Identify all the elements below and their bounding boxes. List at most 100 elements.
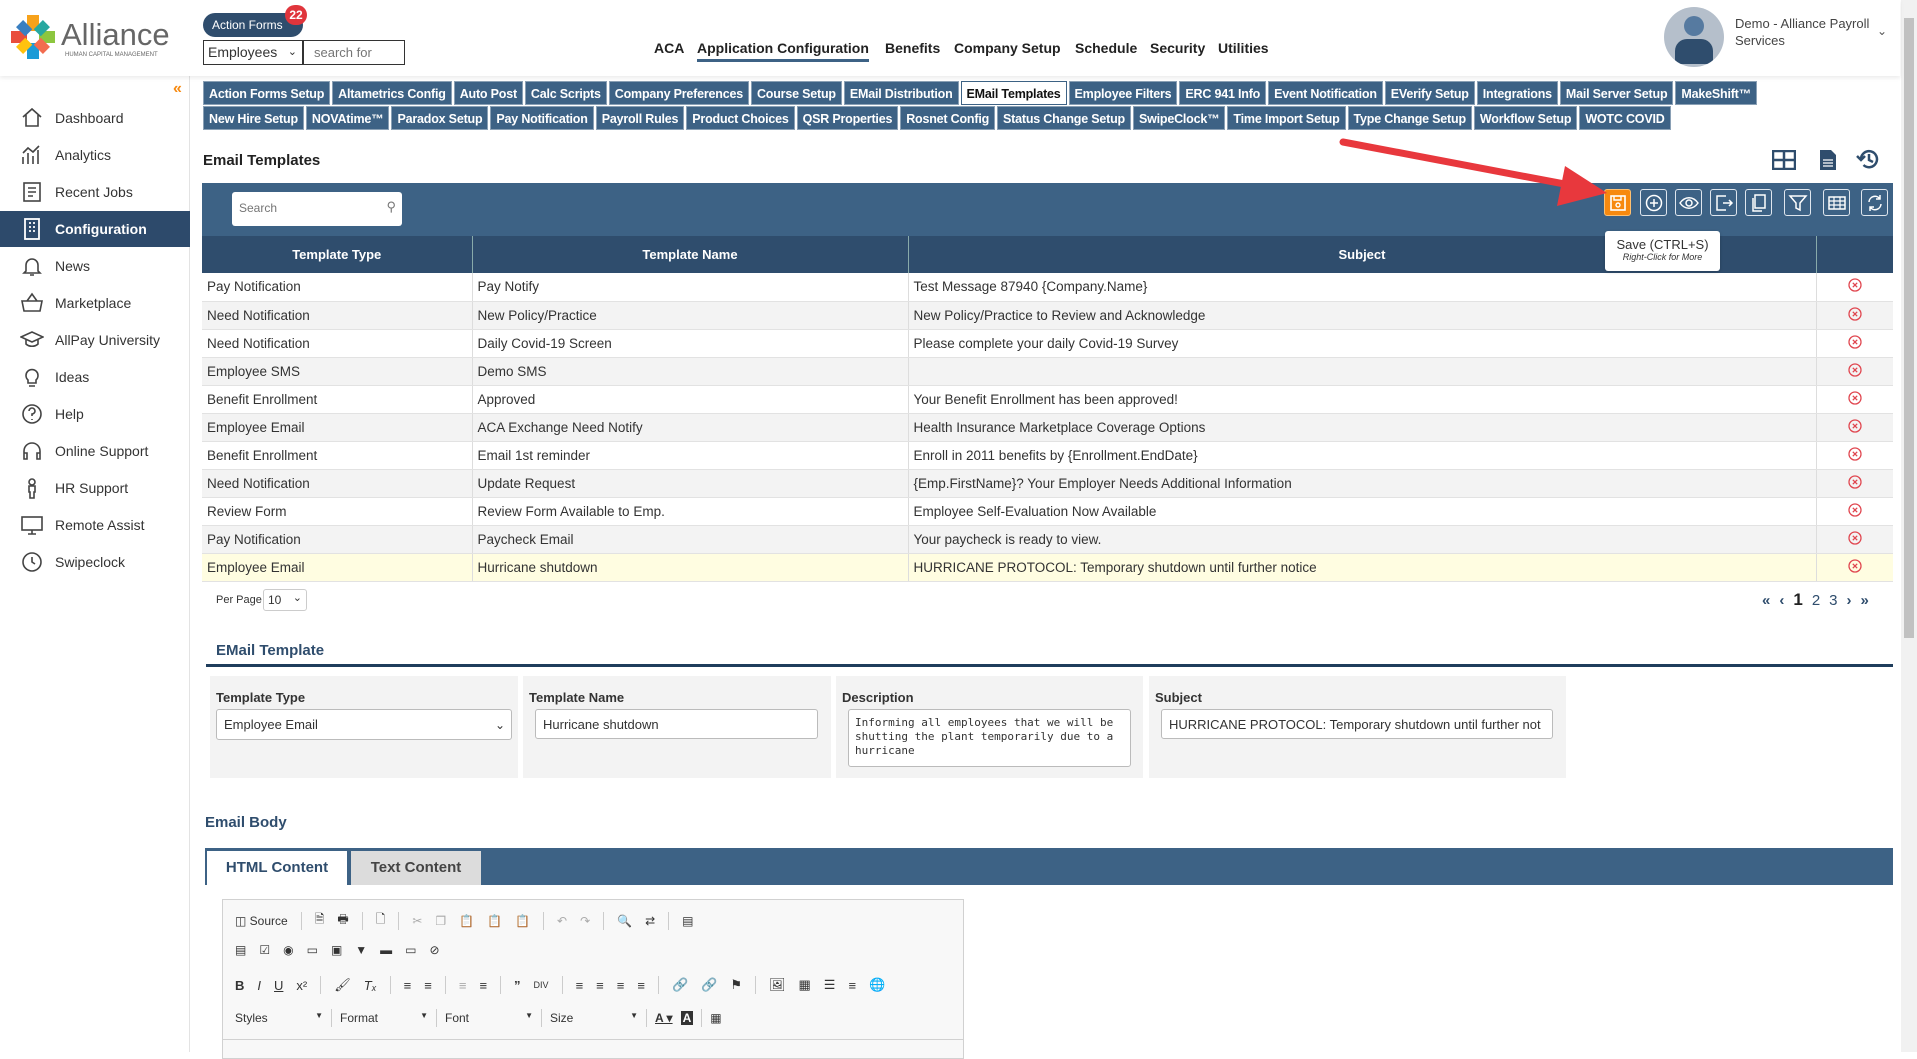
table-icon[interactable]: ▦ <box>798 977 810 993</box>
sidebar-item-news[interactable]: News <box>0 248 190 284</box>
config-tab[interactable]: MakeShift™ <box>1675 81 1757 105</box>
prev-page-icon[interactable]: ‹ <box>1779 592 1784 609</box>
align-right-icon[interactable]: ≡ <box>617 978 625 993</box>
select-all-icon[interactable]: ▤ <box>682 914 693 928</box>
grid-layout-icon[interactable] <box>1772 150 1796 170</box>
delete-button[interactable] <box>1816 357 1893 386</box>
top-nav-utilities[interactable]: Utilities <box>1218 40 1269 56</box>
subject-input[interactable]: HURRICANE PROTOCOL: Temporary shutdown u… <box>1161 709 1553 739</box>
config-tab[interactable]: Workflow Setup <box>1473 106 1578 130</box>
sidebar-item-swipeclock[interactable]: Swipeclock <box>0 544 190 580</box>
styles-dropdown[interactable]: Styles ▼ <box>235 1011 323 1025</box>
delete-button[interactable] <box>1816 329 1893 358</box>
brand-logo[interactable]: Alliance HUMAN CAPITAL MANAGEMENT <box>8 12 170 62</box>
table-row[interactable]: Need Notification Update Request {Emp.Fi… <box>202 469 1893 498</box>
delete-button[interactable] <box>1816 273 1893 302</box>
replace-icon[interactable]: ⇄ <box>645 914 655 928</box>
config-tab[interactable]: NOVAtime™ <box>305 106 390 130</box>
first-page-icon[interactable]: « <box>1762 592 1770 609</box>
config-tab[interactable]: Altametrics Config <box>332 81 452 105</box>
column-header-name[interactable]: Template Name <box>472 236 909 273</box>
grid-search-input[interactable] <box>237 192 377 224</box>
text-color-icon[interactable]: A ▾ <box>655 1011 673 1025</box>
config-tab[interactable]: Integrations <box>1476 81 1558 105</box>
page-2[interactable]: 2 <box>1812 592 1820 609</box>
user-name[interactable]: Demo - Alliance Payroll Services <box>1735 15 1885 49</box>
unlink-icon[interactable]: 🔗 <box>701 977 717 993</box>
sidebar-item-dashboard[interactable]: Dashboard <box>0 100 190 136</box>
sidebar-item-remote-assist[interactable]: Remote Assist <box>0 507 190 543</box>
copy-format-icon[interactable]: 🖌 <box>334 977 351 993</box>
delete-button[interactable] <box>1816 469 1893 498</box>
sidebar-item-analytics[interactable]: Analytics <box>0 137 190 173</box>
top-nav-aca[interactable]: ACA <box>654 40 684 56</box>
page-scrollbar[interactable] <box>1901 0 1917 1052</box>
tab-text-content[interactable]: Text Content <box>351 851 481 885</box>
page-3[interactable]: 3 <box>1829 592 1837 609</box>
config-tab[interactable]: Company Preferences <box>608 81 749 105</box>
bold-icon[interactable]: B <box>235 978 244 993</box>
paste-icon[interactable]: 📋 <box>459 914 474 928</box>
config-tab[interactable]: Time Import Setup <box>1227 106 1346 130</box>
history-icon[interactable] <box>1856 147 1880 171</box>
top-nav-benefits[interactable]: Benefits <box>885 40 940 56</box>
column-header-type[interactable]: Template Type <box>202 236 473 273</box>
top-nav-company-setup[interactable]: Company Setup <box>954 40 1061 56</box>
search-scope-select[interactable]: Employees ⌄ <box>203 40 303 65</box>
sidebar-item-help[interactable]: Help <box>0 396 190 432</box>
find-icon[interactable]: 🔍 <box>617 914 632 928</box>
sidebar-item-allpay-university[interactable]: AllPay University <box>0 322 190 358</box>
config-tab[interactable]: Course Setup <box>750 81 842 105</box>
top-nav-security[interactable]: Security <box>1150 40 1205 56</box>
delete-button[interactable] <box>1816 553 1893 582</box>
horizontal-line-icon[interactable]: ☰ <box>824 977 836 993</box>
delete-button[interactable] <box>1816 497 1893 526</box>
table-row[interactable]: Employee SMS Demo SMS <box>202 357 1893 386</box>
align-left-icon[interactable]: ≡ <box>576 978 584 993</box>
table-row[interactable]: Employee Email Hurricane shutdown HURRIC… <box>202 553 1893 582</box>
config-tab[interactable]: Auto Post <box>453 81 523 105</box>
refresh-button[interactable] <box>1861 189 1888 216</box>
paste-word-icon[interactable]: 📋 <box>515 914 530 928</box>
font-dropdown[interactable]: Font ▼ <box>445 1011 533 1025</box>
config-tab[interactable]: Status Change Setup <box>997 106 1131 130</box>
table-row[interactable]: Pay Notification Pay Notify Test Message… <box>202 273 1893 302</box>
sidebar-item-marketplace[interactable]: Marketplace <box>0 285 190 321</box>
print-icon[interactable]: 🖶 <box>337 910 348 931</box>
sidebar-item-hr-support[interactable]: HR Support <box>0 470 190 506</box>
config-tab[interactable]: Payroll Rules <box>595 106 685 130</box>
export-button[interactable] <box>1710 189 1737 216</box>
config-tab[interactable]: Paradox Setup <box>391 106 489 130</box>
new-page-icon[interactable]: 🗋 <box>376 910 386 931</box>
config-tab[interactable]: EMail Templates <box>960 81 1067 105</box>
config-tab[interactable]: Mail Server Setup <box>1559 81 1674 105</box>
image-button-icon[interactable]: ▭ <box>405 943 416 957</box>
table-row[interactable]: Employee Email ACA Exchange Need Notify … <box>202 413 1893 442</box>
config-tab[interactable]: New Hire Setup <box>203 106 304 130</box>
collapse-sidebar-icon[interactable]: « <box>173 80 182 98</box>
config-tab[interactable]: QSR Properties <box>796 106 899 130</box>
filter-button[interactable] <box>1784 189 1811 216</box>
config-tab[interactable]: Employee Filters <box>1068 81 1178 105</box>
image-icon[interactable]: 🖼 <box>769 977 786 993</box>
sidebar-item-configuration[interactable]: Configuration <box>0 211 190 247</box>
user-menu-chevron-icon[interactable]: ⌄ <box>1877 24 1887 38</box>
config-tab[interactable]: Type Change Setup <box>1347 106 1472 130</box>
remove-format-icon[interactable]: Tₓ <box>364 978 377 993</box>
iframe-globe-icon[interactable]: 🌐 <box>869 977 885 993</box>
add-button[interactable] <box>1640 189 1667 216</box>
indent-icon[interactable]: ≡ <box>479 978 487 993</box>
superscript-icon[interactable]: x² <box>296 978 307 993</box>
delete-button[interactable] <box>1816 301 1893 330</box>
config-tab[interactable]: Action Forms Setup <box>203 81 331 105</box>
copy-icon[interactable]: ❐ <box>435 914 446 928</box>
config-tab[interactable]: Pay Notification <box>490 106 594 130</box>
table-row[interactable]: Need Notification New Policy/Practice Ne… <box>202 301 1893 330</box>
textarea-icon[interactable]: ▣ <box>331 943 342 957</box>
cut-icon[interactable]: ✂ <box>412 914 422 928</box>
table-row[interactable]: Pay Notification Paycheck Email Your pay… <box>202 525 1893 554</box>
grid-search[interactable]: ⚲ <box>232 192 402 226</box>
top-nav-schedule[interactable]: Schedule <box>1075 40 1137 56</box>
top-nav-application-configuration[interactable]: Application Configuration <box>697 40 869 62</box>
config-tab[interactable]: Product Choices <box>686 106 795 130</box>
